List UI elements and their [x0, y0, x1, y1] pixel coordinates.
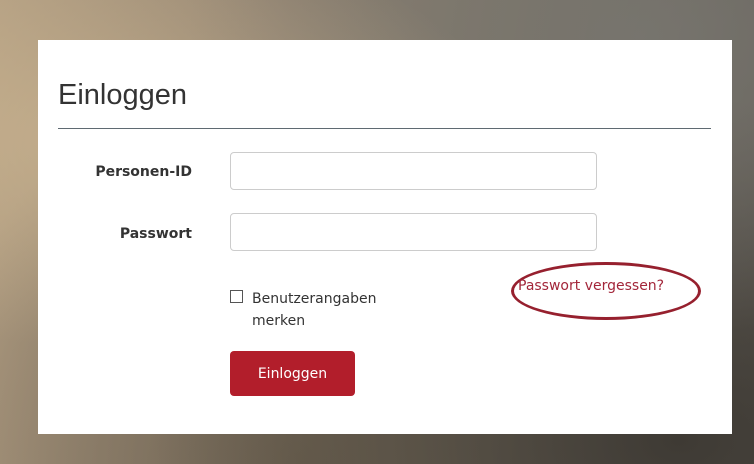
remember-checkbox[interactable]: [230, 290, 243, 303]
login-card: Einloggen Personen-ID Passwort Benutzera…: [38, 40, 732, 434]
page-title: Einloggen: [58, 79, 187, 111]
person-id-input[interactable]: [230, 152, 597, 190]
forgot-password-link[interactable]: Passwort vergessen?: [518, 277, 664, 295]
login-button[interactable]: Einloggen: [230, 351, 355, 396]
remember-me[interactable]: Benutzerangaben merken: [230, 288, 412, 332]
password-input[interactable]: [230, 213, 597, 251]
title-divider: [58, 128, 711, 129]
password-label: Passwort: [119, 226, 192, 242]
person-id-label: Personen-ID: [95, 164, 192, 180]
remember-label: Benutzerangaben merken: [252, 291, 377, 329]
